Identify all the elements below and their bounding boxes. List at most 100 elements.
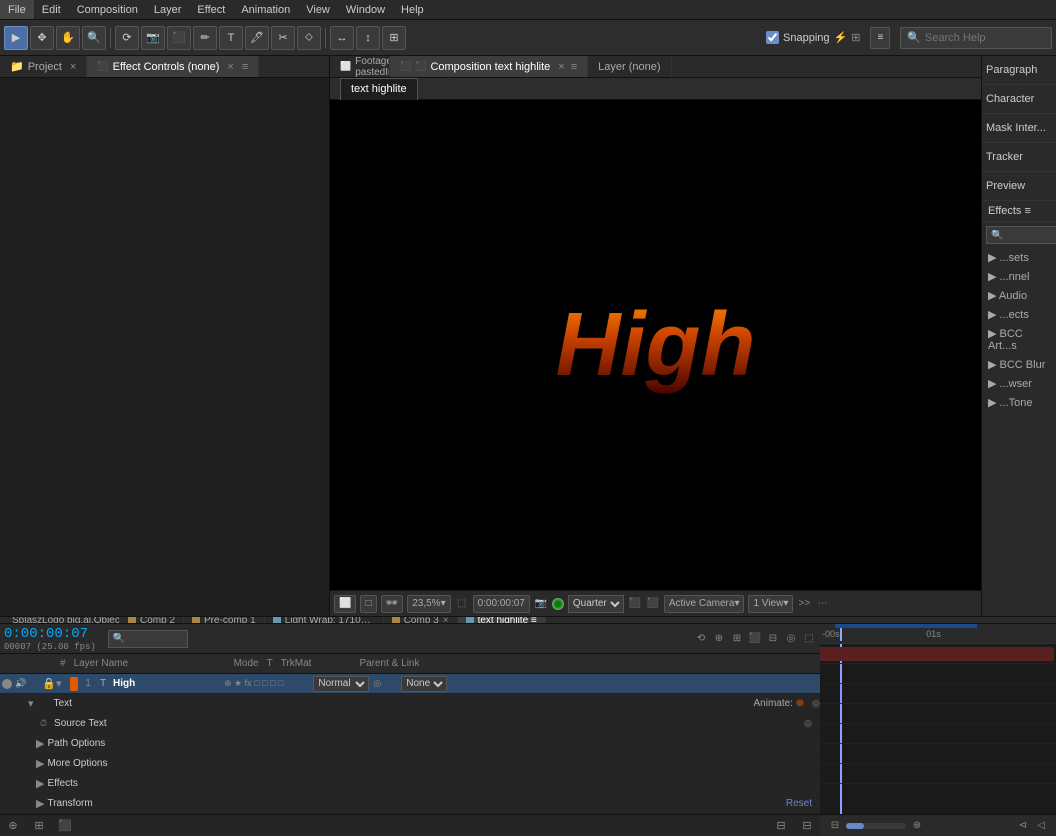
- layer-audio-1[interactable]: 🔊: [14, 678, 28, 689]
- tool-hand[interactable]: ✋: [56, 26, 80, 50]
- tab-comp-main[interactable]: ⬛ ⬛ Composition text highlite × ≡: [390, 56, 588, 77]
- track-bar-1[interactable]: [820, 647, 1054, 661]
- tl-ctrl-1[interactable]: ⟲: [694, 632, 708, 646]
- animate-icon[interactable]: ⊕: [796, 698, 804, 709]
- tool-rotate[interactable]: ⟳: [115, 26, 139, 50]
- layer-row-1[interactable]: 🔊 🔒 ▾ 1 T High ⊕ ★ fx □ □ □ □ Normal Add…: [0, 674, 820, 694]
- layer-trkmat-select-1[interactable]: None: [401, 676, 447, 692]
- tool-camera[interactable]: 📷: [141, 26, 165, 50]
- nav-prev[interactable]: ◁: [1034, 819, 1048, 833]
- footer-nav-1[interactable]: ⊟: [772, 817, 790, 835]
- menu-view[interactable]: View: [298, 0, 338, 19]
- panel-paragraph[interactable]: Paragraph: [982, 56, 1056, 85]
- tool-zoom[interactable]: 🔍: [82, 26, 106, 50]
- effects-search-input[interactable]: [986, 226, 1056, 244]
- view-extra-btn[interactable]: >>: [797, 597, 811, 611]
- tl-ctrl-2[interactable]: ⊕: [712, 632, 726, 646]
- sub-stopwatch-0[interactable]: ◎: [812, 698, 820, 709]
- nav-start[interactable]: ⊲: [1016, 819, 1030, 833]
- preview-color-btn[interactable]: [552, 598, 564, 610]
- menu-effect[interactable]: Effect: [189, 0, 233, 19]
- tl-ctrl-6[interactable]: ◎: [784, 632, 798, 646]
- tl-ctrl-3[interactable]: ⊞: [730, 632, 744, 646]
- zoom-in-btn[interactable]: ⊕: [910, 819, 924, 833]
- tab-effect-controls[interactable]: ⬛ Effect Controls (none) × ≡: [87, 56, 259, 77]
- effects-group-5[interactable]: ▶ BCC Blur: [982, 355, 1056, 374]
- tab-footage[interactable]: ⬜ Footage pastedImage_0.png: [330, 56, 390, 77]
- tool-puppet[interactable]: ⬦: [297, 26, 321, 50]
- project-tab-close[interactable]: ×: [70, 61, 76, 73]
- effects-group-3[interactable]: ▶ ...ects: [982, 305, 1056, 324]
- view-dots-btn[interactable]: ⋯: [815, 597, 829, 611]
- timeline-tab-5[interactable]: text highlite ≡: [458, 617, 546, 623]
- effects-group-1[interactable]: ▶ ...nnel: [982, 267, 1056, 286]
- timeline-tab-4-close[interactable]: ×: [443, 617, 449, 623]
- effects-group-0[interactable]: ▶ ...sets: [982, 248, 1056, 267]
- layer-expand-1[interactable]: ▾: [56, 677, 68, 690]
- footer-btn-3[interactable]: ⬛: [56, 817, 74, 835]
- workspace-selector[interactable]: ≡: [870, 27, 890, 49]
- reset-btn[interactable]: Reset: [786, 798, 820, 809]
- tab-layer-none[interactable]: Layer (none): [588, 56, 671, 77]
- timeline-tab-0[interactable]: SplaszLogo big.ai,Object,1,B,a22: [0, 617, 120, 623]
- menu-help[interactable]: Help: [393, 0, 432, 19]
- timeline-search[interactable]: [108, 630, 188, 648]
- snapping-checkbox[interactable]: [766, 31, 779, 44]
- effects-group-4[interactable]: ▶ BCC Art...s: [982, 324, 1056, 355]
- layer-vis-1[interactable]: [0, 679, 14, 689]
- tool-brush[interactable]: 🖊: [245, 26, 269, 50]
- effect-controls-close[interactable]: ×: [227, 61, 233, 73]
- preview-fit-btn[interactable]: ⬚: [455, 597, 469, 611]
- search-input[interactable]: [925, 32, 1045, 44]
- footer-btn-1[interactable]: ⊕: [4, 817, 22, 835]
- tool-extra3[interactable]: ⊞: [382, 26, 406, 50]
- preview-comp-btn[interactable]: □: [360, 595, 376, 613]
- footer-nav-2[interactable]: ⊟: [798, 817, 816, 835]
- tool-move[interactable]: ✥: [30, 26, 54, 50]
- tab-project[interactable]: 📁 Project ×: [0, 56, 87, 77]
- timeline-tab-3[interactable]: Light Wrap: 171003D_017_2K.mp4: [265, 617, 384, 623]
- preview-region-btn[interactable]: ⬜: [334, 595, 356, 613]
- menu-composition[interactable]: Composition: [69, 0, 146, 19]
- panel-character[interactable]: Character: [982, 85, 1056, 114]
- sub-expand-transform[interactable]: ▶: [36, 797, 44, 810]
- preview-toggle-1[interactable]: ⬛: [628, 597, 642, 611]
- tool-extra2[interactable]: ↕: [356, 26, 380, 50]
- timeline-tab-4[interactable]: Comp 3 ×: [384, 617, 458, 623]
- tab-text-highlite[interactable]: text highlite: [340, 78, 418, 100]
- preview-quality-select[interactable]: Quarter Half Full: [568, 595, 624, 613]
- view-mode-btn[interactable]: 1 View ▾: [748, 595, 793, 613]
- preview-zoom-select[interactable]: 23,5% ▾: [407, 595, 450, 613]
- panel-preview[interactable]: Preview: [982, 172, 1056, 201]
- menu-file[interactable]: File: [0, 0, 34, 19]
- sub-expand-path[interactable]: ▶: [36, 737, 44, 750]
- tool-rect[interactable]: ⬛: [167, 26, 191, 50]
- tool-pen[interactable]: ✏: [193, 26, 217, 50]
- timeline-tab-2[interactable]: Pre-comp 1: [184, 617, 265, 623]
- panel-tracker[interactable]: Tracker: [982, 143, 1056, 172]
- layer-name-1[interactable]: High: [110, 678, 220, 689]
- preview-camera-btn[interactable]: 📷: [534, 597, 548, 611]
- preview-timecode[interactable]: 0:00:00:07: [473, 595, 530, 613]
- tl-ctrl-5[interactable]: ⊟: [766, 632, 780, 646]
- layer-lock-1[interactable]: 🔒: [42, 677, 56, 690]
- effect-controls-menu[interactable]: ≡: [242, 61, 248, 73]
- preview-toggle-2[interactable]: ⬛: [646, 597, 660, 611]
- sub-expand-effects[interactable]: ▶: [36, 777, 44, 790]
- panel-mask-interpolation[interactable]: Mask Inter...: [982, 114, 1056, 143]
- sub-expand-more[interactable]: ▶: [36, 757, 44, 770]
- timeline-timecode[interactable]: 0:00:00:07: [4, 626, 96, 642]
- layer-mode-select-1[interactable]: Normal Add Multiply: [313, 676, 369, 692]
- tl-ctrl-7[interactable]: ⬚: [802, 632, 816, 646]
- menu-window[interactable]: Window: [338, 0, 393, 19]
- preview-3d-btn[interactable]: 🕶: [381, 595, 404, 613]
- effects-group-7[interactable]: ▶ ...Tone: [982, 393, 1056, 412]
- menu-layer[interactable]: Layer: [146, 0, 190, 19]
- comp-main-close[interactable]: ×: [558, 61, 564, 73]
- stopwatch-icon[interactable]: ⏱: [40, 718, 47, 729]
- tool-text[interactable]: T: [219, 26, 243, 50]
- zoom-slider[interactable]: [846, 823, 906, 829]
- active-camera-btn[interactable]: Active Camera ▾: [664, 595, 745, 613]
- tl-ctrl-4[interactable]: ⬛: [748, 632, 762, 646]
- effects-group-2[interactable]: ▶ Audio: [982, 286, 1056, 305]
